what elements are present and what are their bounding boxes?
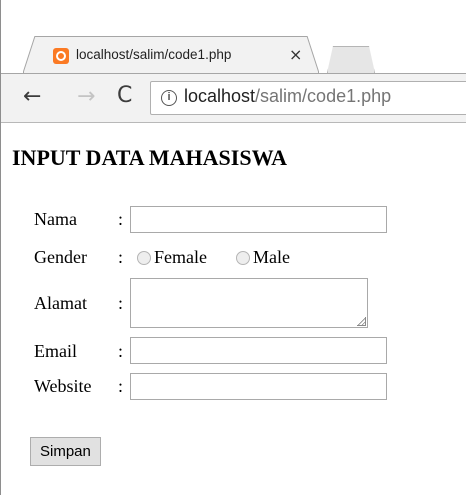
url-host: localhost [184,86,256,106]
nama-input[interactable] [130,206,387,233]
info-icon[interactable]: i [161,90,177,106]
email-colon: : [118,341,124,361]
back-arrow-icon[interactable]: ← [23,84,41,109]
url-path: /salim/code1.php [255,86,392,106]
page-title: INPUT DATA MAHASISWA [12,145,288,170]
website-label: Website [34,376,92,396]
alamat-label: Alamat [34,293,87,313]
gender-male-radio[interactable] [236,251,250,265]
gender-female-label: Female [154,247,207,267]
gender-male-label: Male [253,247,290,267]
forward-arrow-icon[interactable]: → [77,84,95,109]
website-colon: : [118,376,124,396]
tab-close-icon[interactable]: × [289,45,302,64]
textarea-resize-grip-icon[interactable] [357,317,366,326]
simpan-button[interactable]: Simpan [30,437,101,466]
gender-colon: : [118,247,124,267]
alamat-textarea[interactable] [130,278,368,328]
email-label: Email [34,341,77,361]
tab-title: localhost/salim/code1.php [76,47,232,62]
gender-label: Gender [34,247,87,267]
website-input[interactable] [130,373,387,400]
browser-window: localhost/salim/code1.php × ← → C i loca… [0,0,466,495]
nama-label: Nama [34,209,77,229]
nama-colon: : [118,209,124,229]
xampp-favicon-icon [53,48,69,64]
email-input[interactable] [130,337,387,364]
new-tab-button[interactable] [327,46,375,73]
address-bar-url[interactable]: localhost/salim/code1.php [184,86,391,107]
gender-female-radio[interactable] [137,251,151,265]
alamat-colon: : [118,293,124,313]
page-content: INPUT DATA MAHASISWA Nama : Gender : Fem… [1,123,466,495]
reload-icon[interactable]: C [117,83,132,108]
